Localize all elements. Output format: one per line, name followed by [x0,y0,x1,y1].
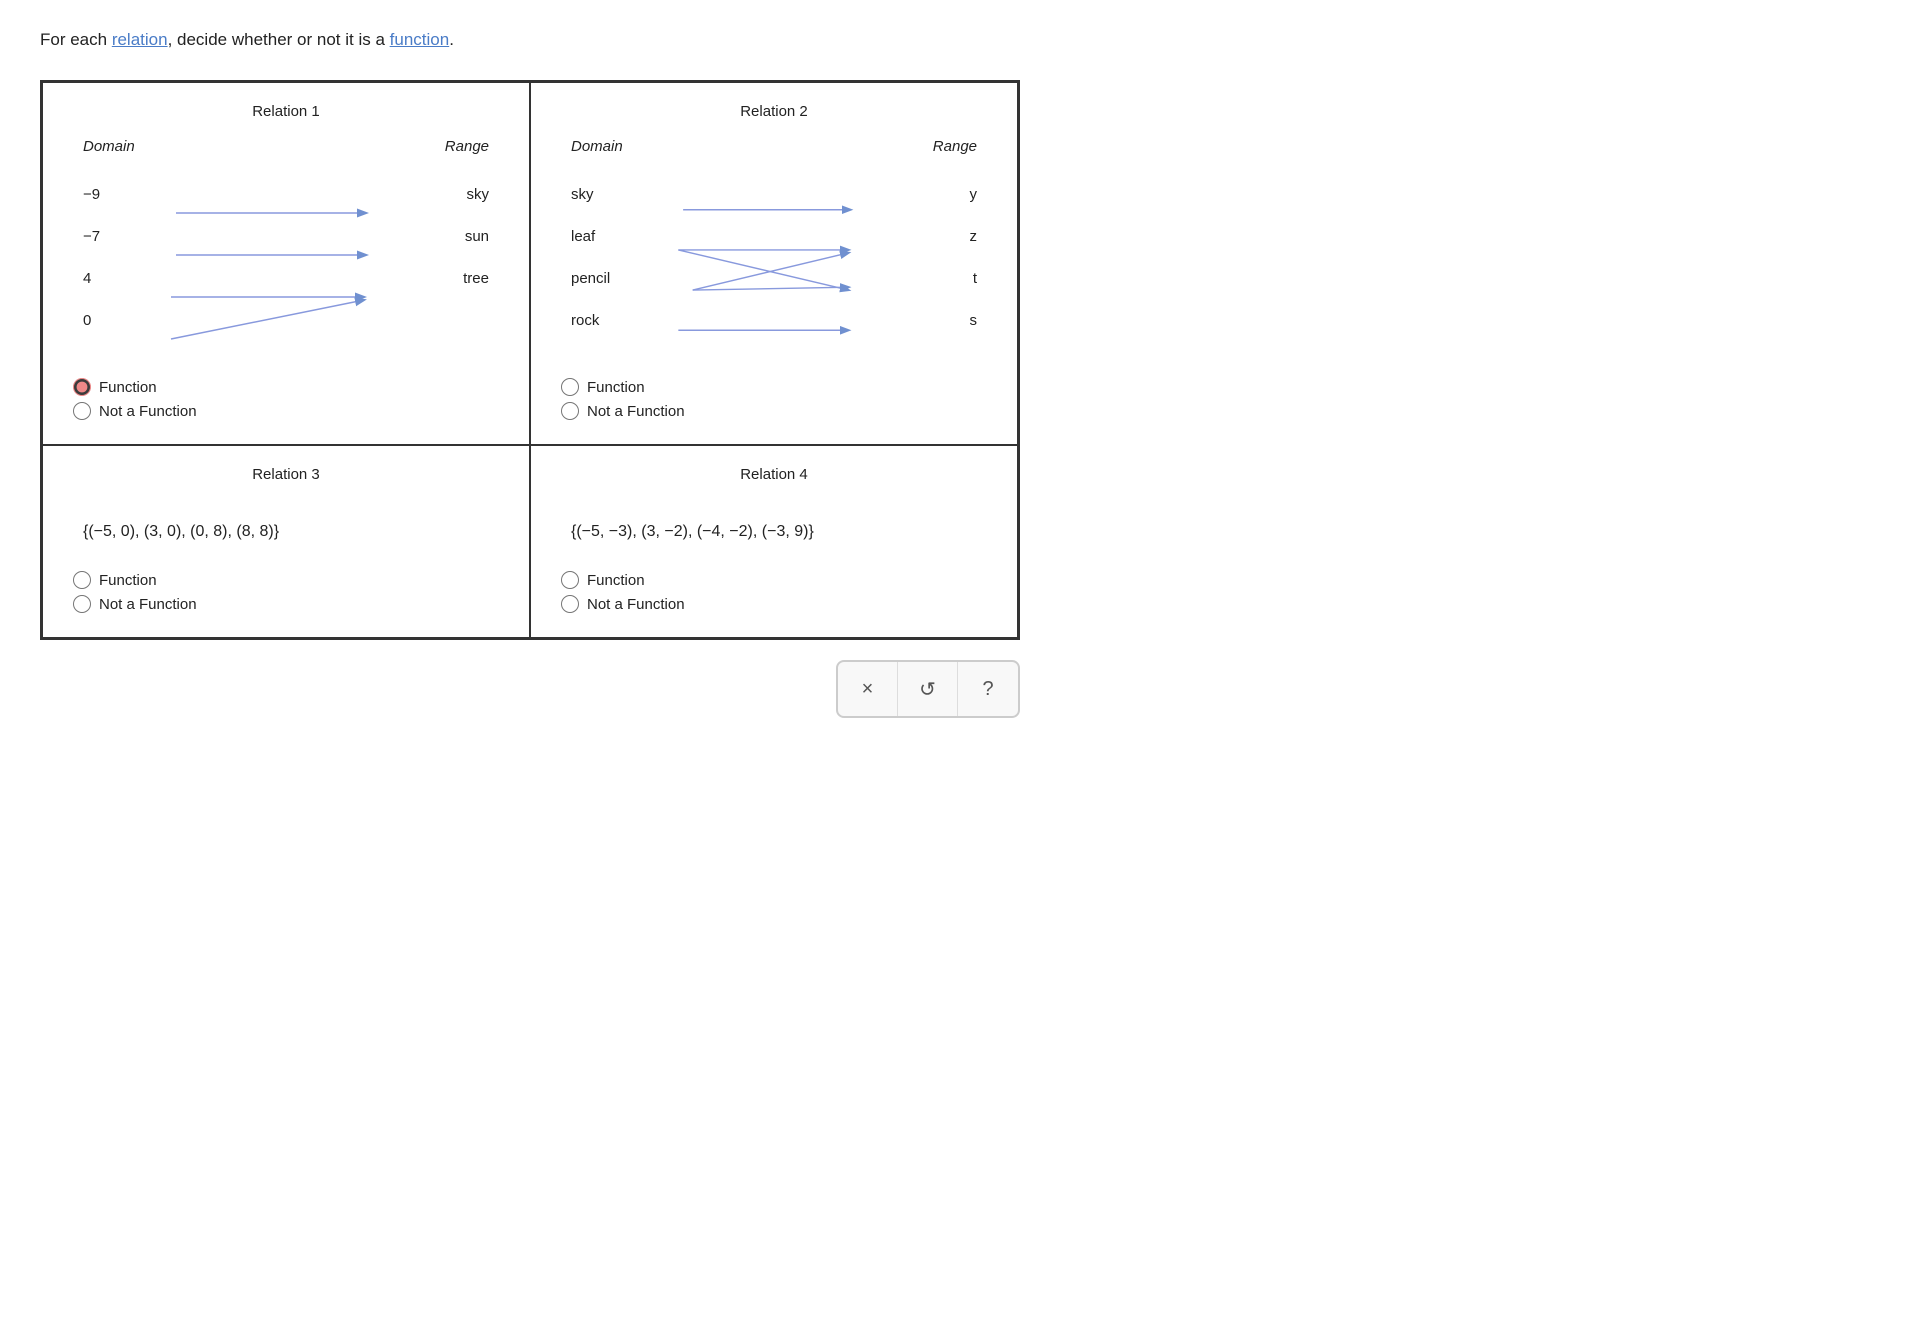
relation-2-range-col: Range y z t s [917,138,977,341]
relation-2-function-label: Function [587,379,645,396]
range-item: y [970,173,978,215]
relation-2-function-radio[interactable] [561,378,579,396]
relation-1-options: Function Not a Function [73,378,499,420]
domain-item: −9 [83,173,100,215]
relation-2-cell: Relation 2 Domain sky leaf pencil rock [530,82,1018,445]
bottom-toolbar: × ↺ ? [40,660,1020,718]
relation-2-domain-header: Domain [571,138,623,155]
relation-link[interactable]: relation [112,30,168,49]
relation-4-options: Function Not a Function [561,571,987,613]
relation-1-range-col: Range sky sun tree [429,138,489,299]
relation-3-notfunction-radio[interactable] [73,595,91,613]
relation-1-function-radio[interactable] [73,378,91,396]
relation-1-domain-col: Domain −9 −7 4 0 [83,138,163,341]
relations-grid: Relation 1 Domain −9 −7 4 0 [40,80,1020,640]
relation-2-notfunction-option[interactable]: Not a Function [561,402,987,420]
domain-item: −7 [83,215,100,257]
domain-item: rock [571,299,599,341]
relation-3-options: Function Not a Function [73,571,499,613]
relation-2-options: Function Not a Function [561,378,987,420]
relation-4-function-option[interactable]: Function [561,571,987,589]
relation-2-notfunction-label: Not a Function [587,403,685,420]
relation-1-notfunction-option[interactable]: Not a Function [73,402,499,420]
relation-2-range-header: Range [933,138,977,155]
close-button[interactable]: × [838,662,898,716]
relation-2-notfunction-radio[interactable] [561,402,579,420]
relation-4-notfunction-label: Not a Function [587,596,685,613]
domain-item: leaf [571,215,595,257]
relation-4-title: Relation 4 [561,466,987,483]
range-item: sky [467,173,490,215]
relation-1-notfunction-radio[interactable] [73,402,91,420]
function-link[interactable]: function [390,30,450,49]
relation-1-title: Relation 1 [73,103,499,120]
domain-item: 0 [83,299,91,341]
relation-4-set: {(−5, −3), (3, −2), (−4, −2), (−3, 9)} [561,523,987,541]
relation-1-notfunction-label: Not a Function [99,403,197,420]
relation-3-cell: Relation 3 {(−5, 0), (3, 0), (0, 8), (8,… [42,445,530,638]
relation-2-domain-col: Domain sky leaf pencil rock [571,138,651,341]
relation-3-function-radio[interactable] [73,571,91,589]
relation-1-function-option[interactable]: Function [73,378,499,396]
range-item: sun [465,215,489,257]
relation-3-function-label: Function [99,572,157,589]
domain-item: pencil [571,257,610,299]
relation-1-domain-header: Domain [83,138,135,155]
relation-2-function-option[interactable]: Function [561,378,987,396]
relation-1-range-header: Range [445,138,489,155]
toolbar-box: × ↺ ? [836,660,1020,718]
domain-item: 4 [83,257,91,299]
relation-3-set: {(−5, 0), (3, 0), (0, 8), (8, 8)} [73,523,499,541]
range-item: tree [463,257,489,299]
relation-2-title: Relation 2 [561,103,987,120]
range-item: t [973,257,977,299]
relation-3-notfunction-label: Not a Function [99,596,197,613]
relation-2-mapping: Domain sky leaf pencil rock [561,138,987,358]
relation-1-cell: Relation 1 Domain −9 −7 4 0 [42,82,530,445]
relation-3-notfunction-option[interactable]: Not a Function [73,595,499,613]
relation-4-function-label: Function [587,572,645,589]
range-item: s [970,299,978,341]
help-button[interactable]: ? [958,662,1018,716]
relation-4-function-radio[interactable] [561,571,579,589]
domain-item: sky [571,173,594,215]
relation-4-notfunction-radio[interactable] [561,595,579,613]
relation-3-function-option[interactable]: Function [73,571,499,589]
relation-4-cell: Relation 4 {(−5, −3), (3, −2), (−4, −2),… [530,445,1018,638]
relation-1-mapping: Domain −9 −7 4 0 [73,138,499,358]
relation-3-title: Relation 3 [73,466,499,483]
relation-4-notfunction-option[interactable]: Not a Function [561,595,987,613]
intro-text: For each relation, decide whether or not… [40,30,1880,50]
range-item: z [970,215,978,257]
relation-1-function-label: Function [99,379,157,396]
undo-button[interactable]: ↺ [898,662,958,716]
